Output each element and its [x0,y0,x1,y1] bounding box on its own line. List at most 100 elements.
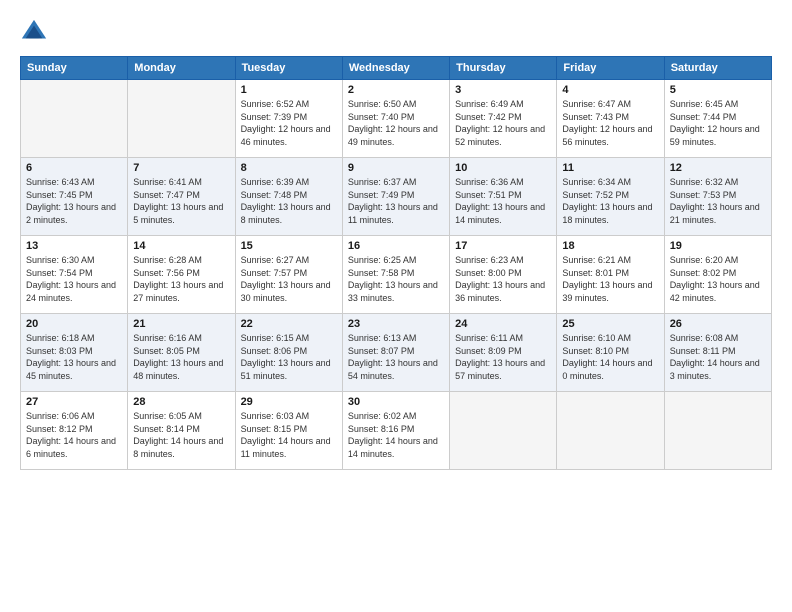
day-info: Sunrise: 6:15 AM Sunset: 8:06 PM Dayligh… [241,332,337,382]
calendar-cell [450,392,557,470]
day-number: 10 [455,162,551,174]
day-info: Sunrise: 6:27 AM Sunset: 7:57 PM Dayligh… [241,254,337,304]
day-number: 3 [455,84,551,96]
calendar-cell: 8 Sunrise: 6:39 AM Sunset: 7:48 PM Daylig… [235,158,342,236]
calendar-cell [21,80,128,158]
day-number: 8 [241,162,337,174]
day-number: 28 [133,396,229,408]
weekday-monday: Monday [128,57,235,80]
day-number: 23 [348,318,444,330]
logo-icon [20,18,48,46]
day-number: 9 [348,162,444,174]
weekday-saturday: Saturday [664,57,771,80]
day-info: Sunrise: 6:41 AM Sunset: 7:47 PM Dayligh… [133,176,229,226]
header [20,18,772,46]
day-info: Sunrise: 6:49 AM Sunset: 7:42 PM Dayligh… [455,98,551,148]
calendar-cell: 25 Sunrise: 6:10 AM Sunset: 8:10 PM Dayli… [557,314,664,392]
calendar-cell: 20 Sunrise: 6:18 AM Sunset: 8:03 PM Dayli… [21,314,128,392]
day-info: Sunrise: 6:30 AM Sunset: 7:54 PM Dayligh… [26,254,122,304]
day-number: 1 [241,84,337,96]
weekday-wednesday: Wednesday [342,57,449,80]
week-row-3: 13Sunrise: 6:30 AM Sunset: 7:54 PM Dayli… [21,236,772,314]
calendar-cell: 18 Sunrise: 6:21 AM Sunset: 8:01 PM Dayli… [557,236,664,314]
calendar-cell: 16 Sunrise: 6:25 AM Sunset: 7:58 PM Dayli… [342,236,449,314]
calendar-cell: 28 Sunrise: 6:05 AM Sunset: 8:14 PM Dayli… [128,392,235,470]
day-number: 25 [562,318,658,330]
day-number: 6 [26,162,122,174]
calendar-cell: 10 Sunrise: 6:36 AM Sunset: 7:51 PM Dayli… [450,158,557,236]
day-info: Sunrise: 6:36 AM Sunset: 7:51 PM Dayligh… [455,176,551,226]
day-number: 15 [241,240,337,252]
day-info: Sunrise: 6:45 AM Sunset: 7:44 PM Dayligh… [670,98,766,148]
day-number: 11 [562,162,658,174]
day-info: Sunrise: 6:43 AM Sunset: 7:45 PM Dayligh… [26,176,122,226]
day-info: Sunrise: 6:02 AM Sunset: 8:16 PM Dayligh… [348,410,444,460]
day-info: Sunrise: 6:16 AM Sunset: 8:05 PM Dayligh… [133,332,229,382]
day-number: 29 [241,396,337,408]
day-info: Sunrise: 6:13 AM Sunset: 8:07 PM Dayligh… [348,332,444,382]
day-info: Sunrise: 6:05 AM Sunset: 8:14 PM Dayligh… [133,410,229,460]
day-info: Sunrise: 6:20 AM Sunset: 8:02 PM Dayligh… [670,254,766,304]
calendar-cell: 27 Sunrise: 6:06 AM Sunset: 8:12 PM Dayli… [21,392,128,470]
week-row-5: 27 Sunrise: 6:06 AM Sunset: 8:12 PM Dayli… [21,392,772,470]
weekday-thursday: Thursday [450,57,557,80]
calendar-cell: 29 Sunrise: 6:03 AM Sunset: 8:15 PM Dayli… [235,392,342,470]
calendar-cell: 17 Sunrise: 6:23 AM Sunset: 8:00 PM Dayli… [450,236,557,314]
day-info: Sunrise: 6:52 AM Sunset: 7:39 PM Dayligh… [241,98,337,148]
day-number: 22 [241,318,337,330]
calendar-cell: 7 Sunrise: 6:41 AM Sunset: 7:47 PM Daylig… [128,158,235,236]
day-number: 16 [348,240,444,252]
calendar-cell [128,80,235,158]
calendar-cell: 24 Sunrise: 6:11 AM Sunset: 8:09 PM Dayli… [450,314,557,392]
day-info: Sunrise: 6:39 AM Sunset: 7:48 PM Dayligh… [241,176,337,226]
calendar-cell: 4 Sunrise: 6:47 AM Sunset: 7:43 PM Daylig… [557,80,664,158]
calendar-cell: 3 Sunrise: 6:49 AM Sunset: 7:42 PM Daylig… [450,80,557,158]
day-info: Sunrise: 6:03 AM Sunset: 8:15 PM Dayligh… [241,410,337,460]
week-row-2: 6 Sunrise: 6:43 AM Sunset: 7:45 PM Daylig… [21,158,772,236]
calendar-cell: 1 Sunrise: 6:52 AM Sunset: 7:39 PM Daylig… [235,80,342,158]
calendar-cell: 13Sunrise: 6:30 AM Sunset: 7:54 PM Dayli… [21,236,128,314]
day-number: 27 [26,396,122,408]
day-info: Sunrise: 6:10 AM Sunset: 8:10 PM Dayligh… [562,332,658,382]
week-row-1: 1 Sunrise: 6:52 AM Sunset: 7:39 PM Daylig… [21,80,772,158]
day-info: Sunrise: 6:23 AM Sunset: 8:00 PM Dayligh… [455,254,551,304]
day-number: 12 [670,162,766,174]
day-number: 4 [562,84,658,96]
day-info: Sunrise: 6:11 AM Sunset: 8:09 PM Dayligh… [455,332,551,382]
page: SundayMondayTuesdayWednesdayThursdayFrid… [0,0,792,612]
calendar-cell: 15 Sunrise: 6:27 AM Sunset: 7:57 PM Dayli… [235,236,342,314]
day-info: Sunrise: 6:28 AM Sunset: 7:56 PM Dayligh… [133,254,229,304]
day-number: 30 [348,396,444,408]
day-number: 7 [133,162,229,174]
calendar-cell: 14 Sunrise: 6:28 AM Sunset: 7:56 PM Dayli… [128,236,235,314]
calendar-cell [664,392,771,470]
day-number: 19 [670,240,766,252]
calendar-cell: 19 Sunrise: 6:20 AM Sunset: 8:02 PM Dayli… [664,236,771,314]
calendar-cell: 22 Sunrise: 6:15 AM Sunset: 8:06 PM Dayli… [235,314,342,392]
day-number: 21 [133,318,229,330]
day-info: Sunrise: 6:50 AM Sunset: 7:40 PM Dayligh… [348,98,444,148]
day-info: Sunrise: 6:37 AM Sunset: 7:49 PM Dayligh… [348,176,444,226]
day-number: 2 [348,84,444,96]
calendar-cell: 6 Sunrise: 6:43 AM Sunset: 7:45 PM Daylig… [21,158,128,236]
day-info: Sunrise: 6:21 AM Sunset: 8:01 PM Dayligh… [562,254,658,304]
weekday-tuesday: Tuesday [235,57,342,80]
day-info: Sunrise: 6:34 AM Sunset: 7:52 PM Dayligh… [562,176,658,226]
calendar-cell: 21 Sunrise: 6:16 AM Sunset: 8:05 PM Dayli… [128,314,235,392]
calendar-cell: 9 Sunrise: 6:37 AM Sunset: 7:49 PM Daylig… [342,158,449,236]
day-info: Sunrise: 6:25 AM Sunset: 7:58 PM Dayligh… [348,254,444,304]
day-info: Sunrise: 6:06 AM Sunset: 8:12 PM Dayligh… [26,410,122,460]
day-number: 24 [455,318,551,330]
day-info: Sunrise: 6:18 AM Sunset: 8:03 PM Dayligh… [26,332,122,382]
day-number: 18 [562,240,658,252]
calendar-cell: 11 Sunrise: 6:34 AM Sunset: 7:52 PM Dayli… [557,158,664,236]
weekday-sunday: Sunday [21,57,128,80]
day-number: 17 [455,240,551,252]
week-row-4: 20 Sunrise: 6:18 AM Sunset: 8:03 PM Dayli… [21,314,772,392]
weekday-friday: Friday [557,57,664,80]
day-number: 20 [26,318,122,330]
logo [20,18,52,46]
day-info: Sunrise: 6:47 AM Sunset: 7:43 PM Dayligh… [562,98,658,148]
day-number: 14 [133,240,229,252]
calendar-cell: 26Sunrise: 6:08 AM Sunset: 8:11 PM Dayli… [664,314,771,392]
